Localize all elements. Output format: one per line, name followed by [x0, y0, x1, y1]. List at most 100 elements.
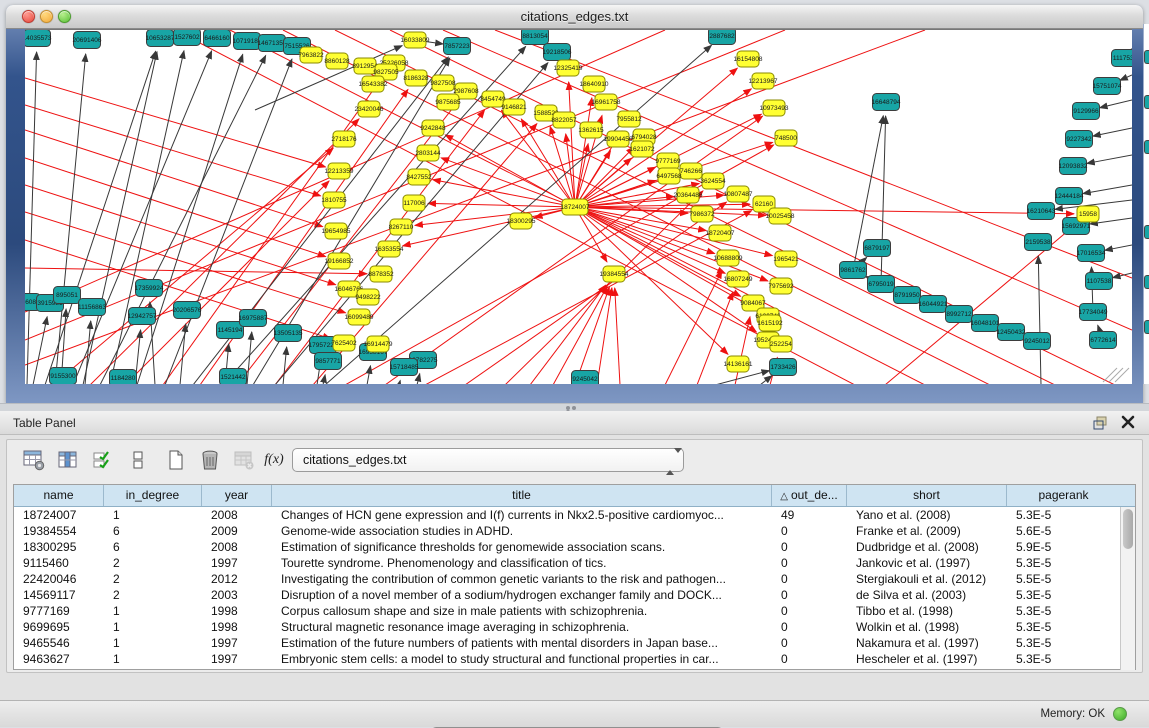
delete-icon[interactable] — [197, 447, 223, 473]
graph-node[interactable]: 16353554 — [375, 241, 404, 257]
citation-edge-black[interactable] — [1120, 75, 1132, 80]
scrollbar-thumb[interactable] — [1123, 509, 1133, 549]
graph-node[interactable]: 12444184 — [1055, 188, 1084, 205]
graph-node[interactable]: 17734049 — [1079, 304, 1108, 321]
float-window-icon[interactable] — [1093, 416, 1109, 430]
citation-edge-black[interactable] — [45, 51, 156, 384]
graph-node[interactable]: 16648794 — [872, 94, 901, 111]
graph-node[interactable]: 9155300 — [50, 368, 77, 385]
citation-edge-red[interactable] — [385, 116, 763, 384]
graph-node[interactable]: 9857771 — [315, 353, 342, 370]
citation-edge-red[interactable] — [415, 207, 575, 225]
citation-edge-black[interactable] — [55, 54, 86, 384]
graph-node[interactable]: 18300295 — [507, 213, 536, 229]
graph-node[interactable]: 1527602 — [174, 30, 201, 46]
delete-table-icon[interactable] — [231, 447, 257, 473]
graph-node[interactable]: 10025458 — [766, 208, 795, 224]
citation-edge-red[interactable] — [403, 207, 575, 246]
graph-node[interactable]: 9498222 — [355, 289, 381, 305]
graph-node[interactable]: 9227342 — [1066, 131, 1093, 148]
graph-node[interactable]: 15718485 — [390, 359, 419, 376]
graph-node[interactable]: 1965421 — [773, 251, 799, 267]
graph-node[interactable]: 8427552 — [406, 169, 432, 185]
graph-node[interactable]: 9245012 — [1024, 333, 1051, 350]
graph-node[interactable]: 12213359 — [325, 163, 354, 179]
graph-node[interactable]: 14035573 — [25, 30, 52, 47]
close-panel-icon[interactable] — [1121, 415, 1135, 429]
citation-edge-red[interactable] — [25, 185, 336, 285]
table-scrollbar[interactable] — [1120, 507, 1135, 670]
graph-node[interactable]: 6497568 — [656, 168, 682, 184]
graph-node[interactable]: 9861762 — [840, 262, 867, 279]
table-row[interactable]: 1456911722003Disruption of a novel membe… — [14, 587, 1120, 603]
graph-node[interactable]: 1521442 — [220, 369, 247, 385]
column-header-pagerank[interactable]: pagerank — [1007, 485, 1120, 506]
graph-node[interactable]: 7625402 — [331, 335, 357, 351]
graph-node[interactable]: 8860128 — [324, 53, 350, 69]
graph-node[interactable]: 20691406 — [73, 32, 102, 49]
graph-node[interactable]: 16975887 — [239, 310, 268, 327]
table-settings-icon[interactable] — [21, 447, 47, 473]
graph-node[interactable]: 6772614 — [1090, 332, 1117, 349]
graph-node[interactable]: 9827508 — [430, 75, 456, 91]
graph-node[interactable]: 1733426 — [770, 359, 797, 376]
graph-node[interactable]: 12450432 — [997, 324, 1026, 341]
graph-node[interactable]: 16807249 — [724, 271, 753, 287]
graph-node[interactable]: 17016534 — [1077, 245, 1106, 262]
table-select-combobox[interactable]: citations_edges.txt — [292, 448, 684, 472]
graph-node[interactable]: 1615192 — [757, 315, 783, 331]
table-row[interactable]: 911546021997Tourette syndrome. Phenomeno… — [14, 555, 1120, 571]
graph-node[interactable]: 117006 — [403, 195, 425, 211]
column-header-year[interactable]: year — [202, 485, 272, 506]
citation-edge-black[interactable] — [399, 380, 400, 384]
graph-node[interactable]: 12213967 — [749, 73, 778, 89]
graph-node[interactable]: 6795019 — [868, 276, 895, 293]
graph-node[interactable]: 9777169 — [655, 153, 681, 169]
citation-edge-black[interactable] — [881, 116, 886, 284]
column-header-title[interactable]: title — [272, 485, 772, 506]
citation-edge-black[interactable] — [1087, 155, 1132, 163]
graph-node[interactable]: 10973493 — [760, 100, 789, 116]
citation-edge-black[interactable] — [417, 374, 420, 384]
citation-edge-black[interactable] — [367, 366, 370, 384]
graph-node[interactable]: 9245042 — [572, 371, 599, 385]
row-height-icon[interactable] — [125, 447, 151, 473]
graph-node[interactable]: 16961758 — [592, 94, 621, 110]
graph-node[interactable]: 11156863 — [78, 299, 106, 316]
graph-node[interactable]: 16543382 — [359, 76, 388, 92]
table-body[interactable]: 1872400712008Changes of HCN gene express… — [14, 507, 1120, 670]
column-header-name[interactable]: name — [14, 485, 104, 506]
select-rows-icon[interactable] — [89, 447, 115, 473]
citation-edge-red[interactable] — [25, 268, 367, 274]
graph-node[interactable]: 7955812 — [616, 111, 642, 127]
table-row[interactable]: 2242004622012Investigating the contribut… — [14, 571, 1120, 587]
graph-node[interactable]: 1107538 — [1086, 273, 1113, 290]
graph-node[interactable]: 14136161 — [724, 356, 753, 372]
citation-edge-black[interactable] — [715, 371, 769, 384]
panel-divider[interactable] — [0, 403, 1149, 411]
citation-edge-red[interactable] — [465, 202, 727, 384]
citation-edge-red[interactable] — [530, 285, 606, 384]
show-columns-icon[interactable] — [55, 447, 81, 473]
graph-node[interactable]: 12942757 — [128, 308, 157, 325]
citation-edge-red[interactable] — [25, 130, 323, 227]
table-row[interactable]: 969969511998Structural magnetic resonanc… — [14, 619, 1120, 635]
column-header-in-degree[interactable]: in_degree — [104, 485, 202, 506]
graph-node[interactable]: 13505135 — [274, 325, 303, 342]
graph-node[interactable]: 19218506 — [543, 44, 572, 61]
graph-node[interactable]: 746266 — [680, 163, 702, 179]
resize-grip-icon[interactable] — [1109, 368, 1123, 382]
graph-node[interactable]: 8822057 — [551, 112, 577, 128]
graph-node[interactable]: 19384554 — [600, 266, 629, 282]
citation-edge-black[interactable] — [1105, 245, 1132, 250]
graph-node[interactable]: 15751074 — [1093, 78, 1122, 95]
column-header-short[interactable]: short — [847, 485, 1007, 506]
graph-node[interactable]: 16210643 — [1027, 203, 1056, 220]
memory-status-indicator[interactable] — [1113, 707, 1127, 721]
graph-node[interactable]: 2159538 — [1025, 234, 1052, 251]
graph-node[interactable]: 12093832 — [1059, 158, 1088, 175]
graph-node[interactable]: 20206576 — [173, 302, 202, 319]
resize-grip-icon[interactable] — [1115, 368, 1129, 382]
graph-node[interactable]: 18720407 — [706, 225, 735, 241]
graph-node[interactable]: 2803144 — [415, 145, 441, 161]
